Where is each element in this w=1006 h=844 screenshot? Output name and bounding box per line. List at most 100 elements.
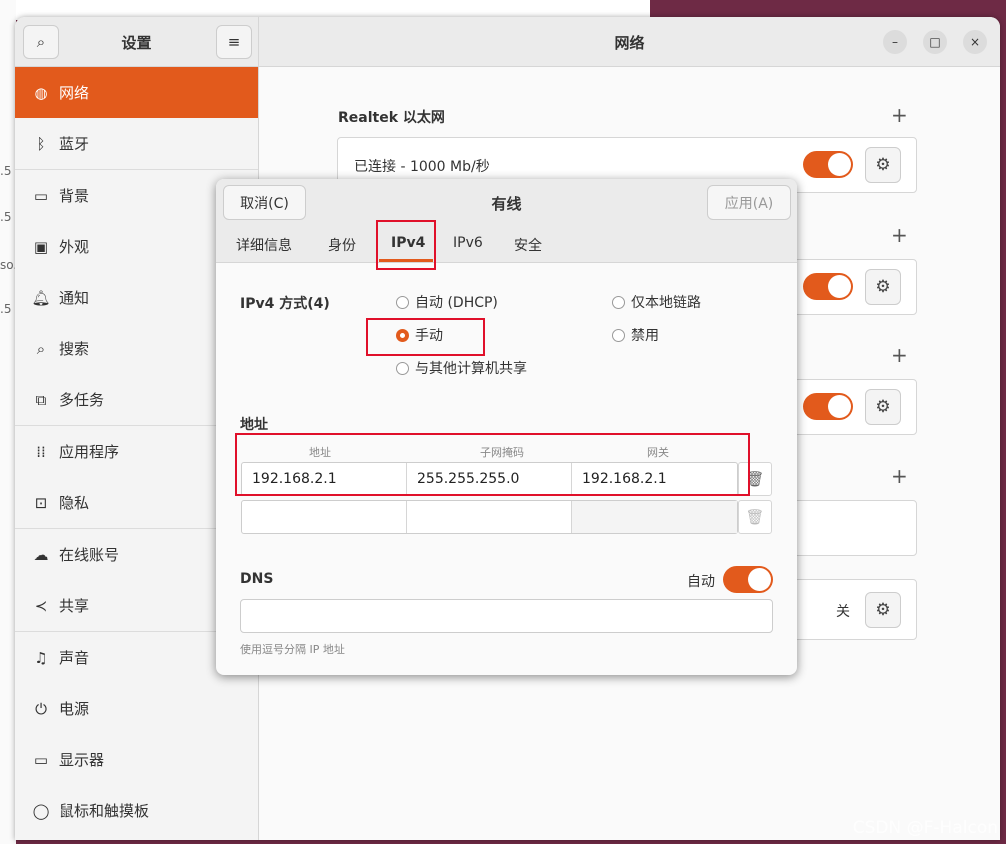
sidebar-item-label: 鼠标和触摸板 <box>59 802 150 820</box>
connection-settings-button[interactable]: ⚙ <box>865 269 901 305</box>
add-vpn-button[interactable]: + <box>891 464 908 488</box>
wired-status: 已连接 - 1000 Mb/秒 <box>354 159 490 175</box>
bell-icon: 🔔︎ <box>31 288 51 307</box>
multitask-icon: ⧉ <box>35 390 47 409</box>
gateway-input[interactable] <box>572 501 737 533</box>
music-icon: ♫ <box>34 648 48 667</box>
annotation-box-address <box>235 433 750 496</box>
radio-circle <box>612 295 625 309</box>
dns-hint: 使用逗号分隔 IP 地址 <box>240 643 345 656</box>
sidebar-item-network[interactable]: ◍ 网络 <box>15 67 258 118</box>
dialog-header: 取消(C) 有线 应用(A) <box>216 179 797 226</box>
address-section-label: 地址 <box>240 417 268 433</box>
appearance-icon: ▣ <box>33 237 49 256</box>
minimize-icon: – <box>892 35 898 49</box>
power-icon: ⏻ <box>35 699 47 718</box>
share-icon: ≺ <box>34 596 48 615</box>
tab-details[interactable]: 详细信息 <box>236 235 292 255</box>
dialog-tabs: 详细信息 身份 IPv4 IPv6 安全 <box>216 226 797 263</box>
radio-label: 自动 (DHCP) <box>415 295 498 311</box>
radio-label: 仅本地链路 <box>631 295 701 311</box>
globe-icon: ◍ <box>34 83 48 102</box>
add-connection-button[interactable]: + <box>891 343 908 367</box>
desktop-background-window <box>0 0 16 844</box>
tab-security[interactable]: 安全 <box>514 235 542 255</box>
sidebar-item-label: 共享 <box>59 597 90 615</box>
sidebar-item-label: 在线账号 <box>59 546 120 564</box>
cloud-icon: ☁ <box>33 545 49 564</box>
wired-dialog: 取消(C) 有线 应用(A) 详细信息 身份 IPv4 IPv6 安全 IPv4… <box>216 179 797 675</box>
sidebar-item-label: 隐私 <box>59 494 90 512</box>
proxy-settings-button[interactable]: ⚙ <box>865 592 901 628</box>
radio-circle <box>396 361 409 375</box>
close-icon: × <box>969 35 981 49</box>
wired-settings-button[interactable]: ⚙ <box>865 147 901 183</box>
desktop-fragment: .5 <box>0 210 12 224</box>
gear-icon: ⚙ <box>875 600 891 620</box>
desktop-fragment: .5 <box>0 302 12 316</box>
bluetooth-icon: ᛒ <box>36 134 46 153</box>
sidebar-item-label: 搜索 <box>59 340 90 358</box>
method-shared-radio[interactable]: 与其他计算机共享 <box>396 358 527 378</box>
radio-label: 与其他计算机共享 <box>415 361 527 377</box>
wired-toggle[interactable] <box>803 151 853 178</box>
add-wired-button[interactable]: + <box>891 103 908 127</box>
display-icon: ▭ <box>33 750 49 769</box>
connection-toggle[interactable] <box>803 393 853 420</box>
mouse-icon: ◯ <box>32 801 50 820</box>
sidebar-item-mouse[interactable]: ◯ 鼠标和触摸板 <box>15 785 258 836</box>
radio-circle <box>396 295 409 309</box>
address-input[interactable] <box>242 501 407 533</box>
sidebar-item-power[interactable]: ⏻ 电源 <box>15 683 258 734</box>
annotation-box-ipv4-tab <box>376 220 436 270</box>
tab-ipv6[interactable]: IPv6 <box>453 235 483 251</box>
maximize-button[interactable]: □ <box>923 30 947 54</box>
watermark: CSDN @F-Halcon <box>852 818 998 838</box>
search-icon: ⌕ <box>36 339 46 358</box>
connection-settings-button[interactable]: ⚙ <box>865 389 901 425</box>
hamburger-icon: ≡ <box>227 33 241 51</box>
minimize-button[interactable]: – <box>883 30 907 54</box>
sidebar-item-label: 通知 <box>59 289 90 307</box>
sidebar-item-label: 多任务 <box>59 391 105 409</box>
gear-icon: ⚙ <box>875 277 891 297</box>
close-button[interactable]: × <box>963 30 987 54</box>
monitor-icon: ▭ <box>33 186 49 205</box>
sidebar-item-label: 外观 <box>59 238 90 256</box>
dns-auto-toggle[interactable] <box>723 566 773 593</box>
gear-icon: ⚙ <box>875 397 891 417</box>
method-auto-radio[interactable]: 自动 (DHCP) <box>396 292 498 312</box>
apply-button[interactable]: 应用(A) <box>707 185 791 220</box>
main-header: 网络 – □ × <box>259 17 1000 67</box>
sidebar-item-label: 背景 <box>59 187 90 205</box>
menu-button[interactable]: ≡ <box>216 25 252 59</box>
tab-identity[interactable]: 身份 <box>328 235 356 255</box>
lock-icon: ⊡ <box>34 493 48 512</box>
sidebar-item-label: 应用程序 <box>59 443 120 461</box>
radio-label: 禁用 <box>631 328 659 344</box>
maximize-icon: □ <box>929 35 941 49</box>
dns-label: DNS <box>240 571 274 587</box>
address-row-empty <box>241 500 738 534</box>
desktop-fragment: .5 <box>0 164 12 178</box>
method-link-local-radio[interactable]: 仅本地链路 <box>612 292 701 312</box>
sidebar-item-displays[interactable]: ▭ 显示器 <box>15 734 258 785</box>
method-disabled-radio[interactable]: 禁用 <box>612 325 659 345</box>
trash-icon: 🗑︎ <box>745 508 765 526</box>
delete-row-button[interactable]: 🗑︎ <box>738 500 772 534</box>
wired-section-title: Realtek 以太网 <box>338 110 445 126</box>
sidebar-item-label: 显示器 <box>59 751 105 769</box>
annotation-box-manual <box>366 318 485 356</box>
sidebar-item-label: 声音 <box>59 649 90 667</box>
add-vpn-button[interactable]: + <box>891 223 908 247</box>
sidebar-item-bluetooth[interactable]: ᛒ 蓝牙 <box>15 118 258 169</box>
grid-icon: ⁞⁞ <box>36 442 46 461</box>
sidebar-item-label: 电源 <box>59 700 90 718</box>
gear-icon: ⚙ <box>875 155 891 175</box>
netmask-input[interactable] <box>407 501 572 533</box>
dns-input[interactable] <box>240 599 773 633</box>
dns-auto-label: 自动 <box>687 574 715 590</box>
connection-toggle[interactable] <box>803 273 853 300</box>
proxy-status: 关 <box>836 604 850 620</box>
ipv4-method-label: IPv4 方式(4) <box>240 296 330 312</box>
